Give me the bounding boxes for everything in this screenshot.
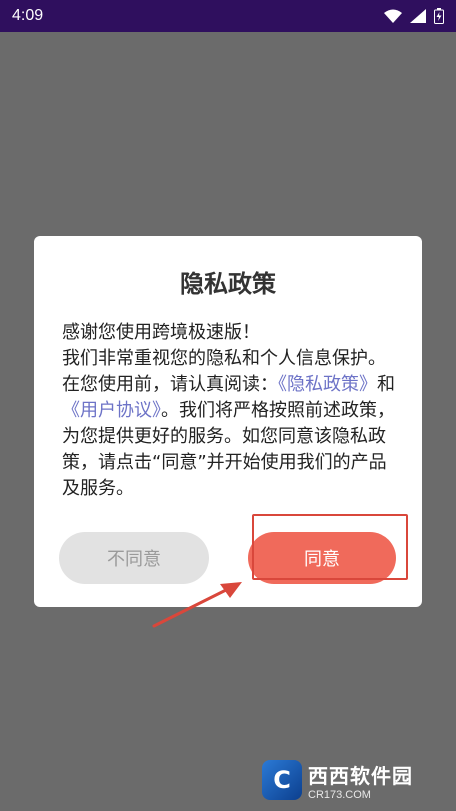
battery-icon — [434, 8, 444, 24]
disagree-button[interactable]: 不同意 — [59, 532, 209, 584]
body-line-1: 感谢您使用跨境极速版！ — [62, 322, 260, 343]
dialog-title: 隐私政策 — [180, 270, 276, 298]
status-bar: 4:09 — [0, 0, 456, 32]
watermark: C 西西软件园 CR173.COM — [262, 760, 438, 801]
watermark-text-wrap: 西西软件园 CR173.COM — [308, 760, 413, 801]
watermark-logo-icon: C — [262, 760, 302, 800]
status-icons — [384, 8, 444, 24]
body-and: 和 — [377, 374, 395, 395]
watermark-text: 西西软件园 — [308, 763, 413, 788]
signal-icon — [410, 9, 426, 23]
watermark-subtext: CR173.COM — [308, 788, 371, 801]
dialog-body: 感谢您使用跨境极速版！ 我们非常重视您的隐私和个人信息保护。在您使用前，请认真阅… — [62, 320, 402, 502]
annotation-arrow-icon — [152, 582, 242, 628]
privacy-policy-link[interactable]: 《隐私政策》 — [278, 374, 377, 395]
annotation-highlight-box — [252, 514, 408, 580]
user-agreement-link[interactable]: 《用户协议》 — [62, 400, 161, 421]
wifi-icon — [384, 9, 402, 23]
status-time: 4:09 — [12, 7, 44, 24]
